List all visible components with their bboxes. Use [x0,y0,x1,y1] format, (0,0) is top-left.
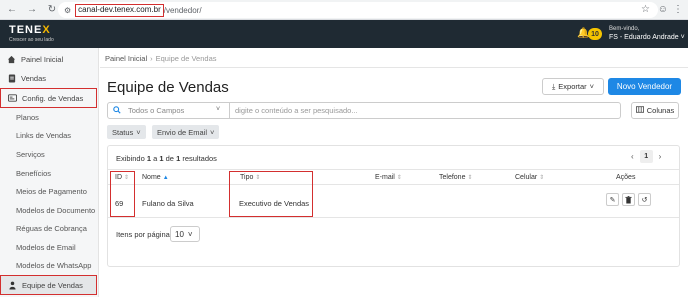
chevron-down-icon: ˅ [680,34,685,41]
id-column-highlight [110,171,135,217]
home-icon [7,55,16,64]
row-divider [108,217,679,218]
user-menu[interactable]: FS - Eduardo Andrade ˅ [609,34,685,41]
chevron-right-icon[interactable]: › [659,152,662,161]
app-header: TENEX Crescer ao seu lado 🔔 10 Bem-vindo… [0,20,688,48]
chevron-down-icon[interactable]: ˅ [216,106,220,113]
download-icon: ⤓ [551,81,556,91]
welcome-text: Bem-vindo, [609,26,640,32]
person-icon [8,281,17,290]
type-column-highlight [229,171,313,217]
column-header-email[interactable]: E-mail ⇕ [375,174,402,181]
tenex-logo[interactable]: TENEX [9,24,51,36]
columns-button[interactable]: Colunas [631,102,679,119]
chevron-down-icon: ˅ [187,229,193,239]
chevron-down-icon: ˅ [136,127,141,137]
results-card: Exibindo 1 a 1 de 1 resultados ‹ 1 › ID ⇕… [107,145,680,267]
email-send-filter[interactable]: Envio de Email ˅ [152,125,220,139]
sort-asc-icon: ▲ [162,175,169,181]
forward-icon[interactable]: → [24,2,40,18]
breadcrumb-separator-icon: › [150,54,153,63]
url-path: /vendedor/ [163,5,202,15]
url-host: canal-dev.tenex.com.br [75,3,164,17]
table-header: ID ⇕ Nome ▲ Tipo ⇕ E-mail ⇕ Telefone ⇕ Celula… [108,169,679,185]
sidebar-item-reguas-cobranca[interactable]: Réguas de Cobrança [0,219,99,237]
sort-icon: ⇕ [467,175,473,181]
bookmark-star-icon[interactable]: ☆ [641,4,650,15]
search-icon [113,106,121,116]
column-header-name[interactable]: Nome ▲ [142,174,169,181]
sidebar-item-beneficios[interactable]: Benefícios [0,164,99,182]
sort-icon: ⇕ [539,175,545,181]
columns-icon [635,106,644,115]
column-header-mobile[interactable]: Celular ⇕ [515,174,544,181]
sidebar-item-modelos-whatsapp[interactable]: Modelos de WhatsApp [0,256,99,274]
sidebar-item-painel-inicial[interactable]: Painel Inicial [0,50,99,68]
site-info-icon[interactable]: ⚙ [64,6,71,15]
search-input[interactable] [235,104,615,117]
sidebar-item-vendas[interactable]: Vendas [0,69,99,87]
account-icon[interactable]: ☺ [658,4,668,15]
column-header-actions: Ações [616,174,636,181]
address-bar[interactable]: ⚙ canal-dev.tenex.com.br/vendedor/ [58,2,658,18]
browser-toolbar: ← → ↻ ⚙ canal-dev.tenex.com.br/vendedor/… [0,0,688,20]
sidebar-item-planos[interactable]: Planos [0,108,99,126]
browser-menu-icon[interactable]: ⋮ [673,4,683,15]
new-seller-button[interactable]: Novo Vendedor [608,78,681,95]
pagination: ‹ 1 › [631,150,661,163]
cell-name: Fulano da Silva [142,199,194,208]
settings-card-icon [8,94,17,103]
notification-badge[interactable]: 10 [588,28,602,40]
sidebar-item-config-vendas[interactable]: Config. de Vendas [0,88,97,108]
page-title: Equipe de Vendas [107,79,229,96]
export-button[interactable]: ⤓ Exportar ˅ [542,78,604,95]
breadcrumb-root[interactable]: Painel Inicial [105,54,147,63]
sidebar-item-modelos-email[interactable]: Modelos de Email [0,238,99,256]
search-fields-select[interactable]: Todos o Campos [128,106,184,115]
items-per-page-select[interactable]: 10 ˅ [170,226,200,242]
sort-icon: ⇕ [396,175,402,181]
sidebar: Painel Inicial Vendas Config. de Vendas … [0,48,99,297]
breadcrumb-divider [100,67,688,68]
edit-pencil-icon[interactable]: ✎ [606,193,619,206]
chevron-left-icon[interactable]: ‹ [631,152,634,161]
breadcrumb: Painel Inicial › Equipe de Vendas [105,54,217,63]
back-icon[interactable]: ← [4,2,20,18]
delete-trash-icon[interactable] [622,193,635,206]
main-content: Painel Inicial › Equipe de Vendas Equipe d… [100,48,688,297]
items-per-page-label: Itens por página [116,230,170,239]
logo-tagline: Crescer ao seu lado [9,37,54,43]
breadcrumb-current: Equipe de Vendas [155,54,217,63]
search-divider [229,103,230,118]
results-summary: Exibindo 1 a 1 de 1 resultados [116,154,217,163]
page-number[interactable]: 1 [639,150,653,163]
sidebar-item-servicos[interactable]: Serviços [0,145,99,163]
sidebar-item-equipe-vendas[interactable]: Equipe de Vendas [0,275,97,295]
history-icon[interactable]: ↺ [638,193,651,206]
chevron-down-icon: ˅ [210,127,215,137]
sidebar-item-modelos-documento[interactable]: Modelos de Documento [0,201,99,219]
search-bar: Todos o Campos ˅ [107,102,621,119]
status-filter[interactable]: Status ˅ [107,125,146,139]
sidebar-item-links-vendas[interactable]: Links de Vendas [0,126,99,144]
chevron-down-icon: ˅ [589,82,595,91]
sidebar-item-meios-pagamento[interactable]: Meios de Pagamento [0,182,99,200]
receipt-icon [7,73,16,83]
column-header-phone[interactable]: Telefone ⇕ [439,174,473,181]
